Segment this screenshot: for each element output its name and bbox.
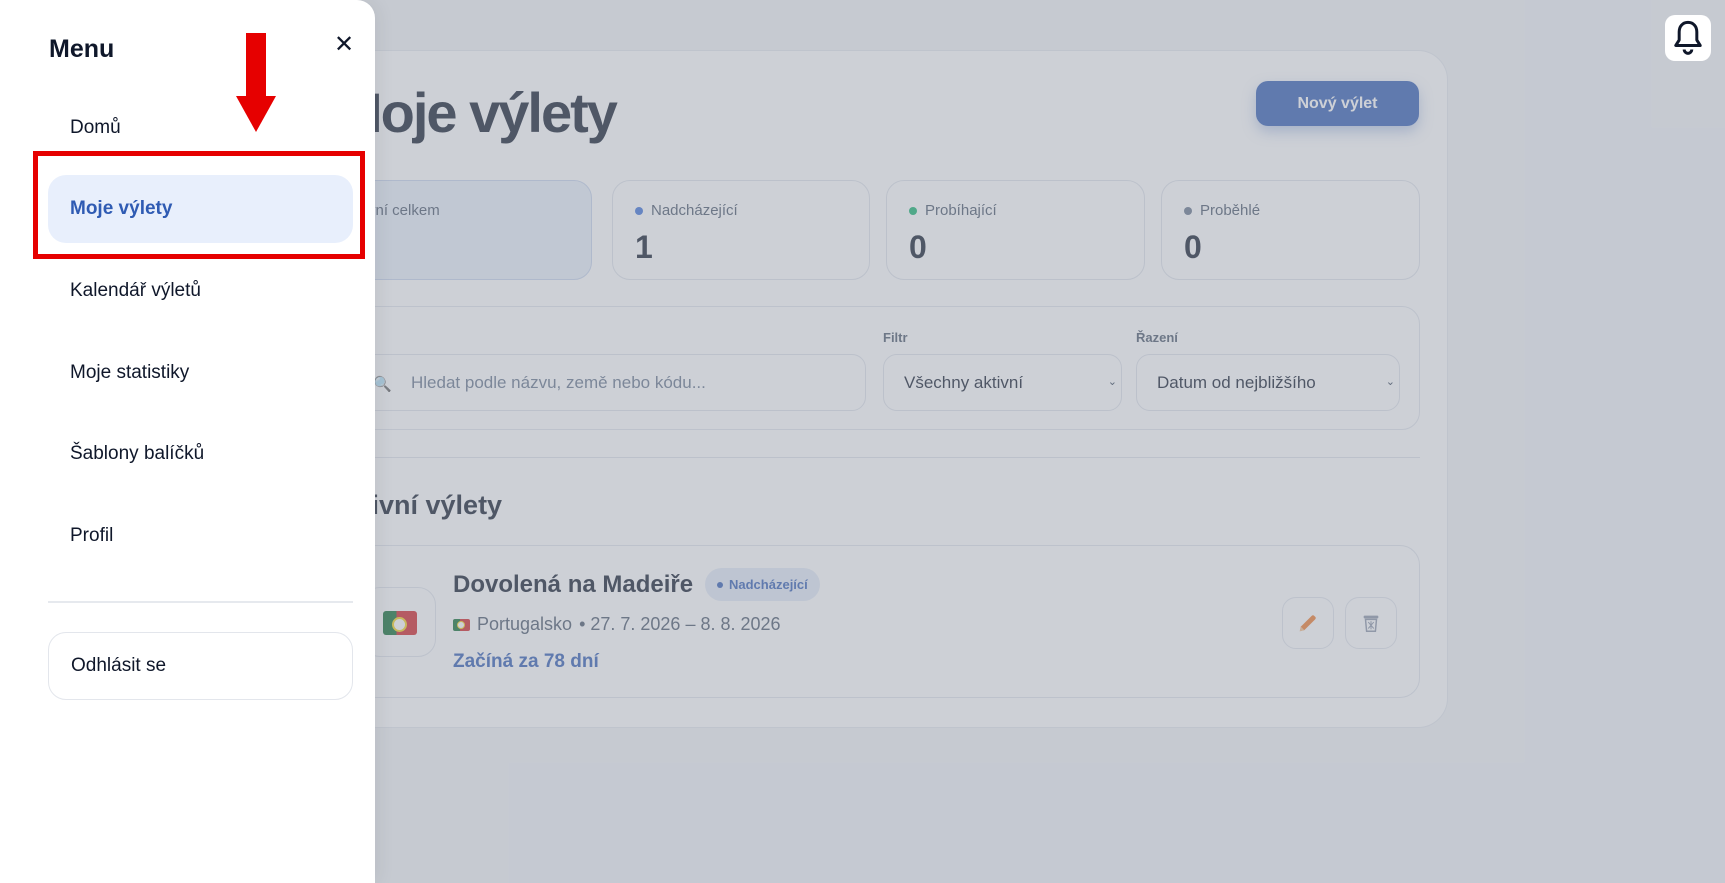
drawer-divider (48, 601, 353, 603)
nav-item-my-statistics[interactable]: Moje statistiky (48, 339, 353, 407)
logout-button[interactable]: Odhlásit se (48, 632, 353, 700)
nav-item-trip-calendar[interactable]: Kalendář výletů (48, 257, 353, 325)
side-drawer: Menu ✕ Domů Moje výlety Kalendář výletů … (0, 0, 375, 883)
nav-item-package-templates[interactable]: Šablony balíčků (48, 420, 353, 488)
arrow-down-annotation-icon (236, 96, 276, 132)
nav-item-profile[interactable]: Profil (48, 502, 353, 570)
close-icon[interactable]: ✕ (333, 33, 355, 57)
notifications-button[interactable] (1665, 15, 1711, 61)
arrow-down-annotation-shaft (246, 33, 266, 98)
highlight-box-annotation (33, 151, 365, 259)
drawer-title: Menu (49, 35, 115, 63)
bell-icon (1674, 20, 1702, 55)
